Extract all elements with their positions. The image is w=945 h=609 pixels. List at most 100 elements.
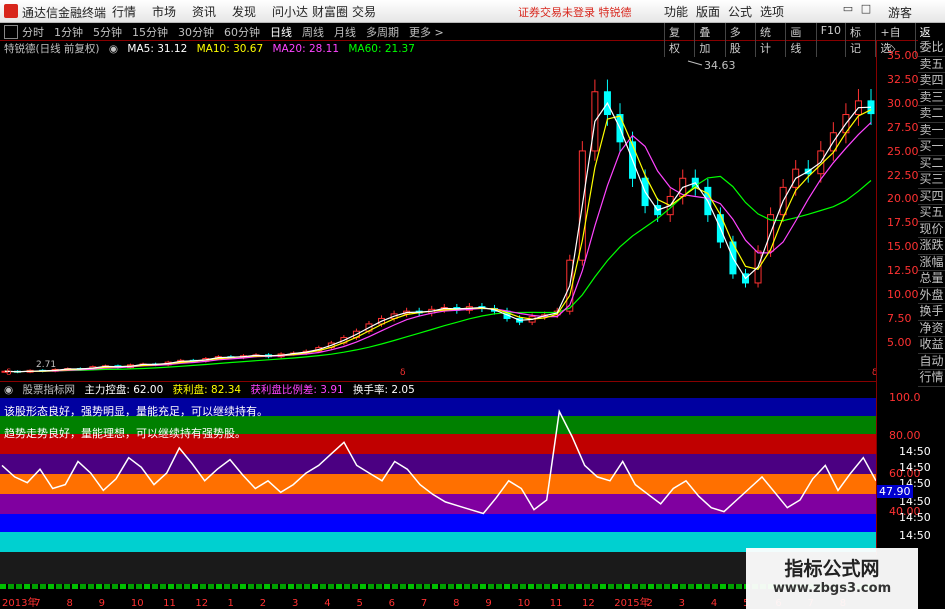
side-panel-item[interactable]: 委比: [918, 40, 945, 57]
volume-stripe: [456, 584, 462, 589]
side-panel-item[interactable]: 自动: [918, 354, 945, 370]
login-status: 证券交易未登录 特锐德: [518, 6, 632, 19]
volume-stripe: [104, 584, 110, 589]
y-tick: 10.00: [887, 288, 919, 301]
time-tick: 14:50: [899, 461, 931, 474]
overlay-button[interactable]: 叠加: [694, 23, 724, 57]
volume-stripe: [672, 584, 678, 589]
high-price-label: 34.63: [704, 59, 736, 72]
volume-stripe: [608, 584, 614, 589]
tab-30min[interactable]: 30分钟: [178, 24, 214, 40]
grid-icon[interactable]: [4, 25, 18, 39]
tab-more[interactable]: 更多 >: [409, 24, 444, 40]
volume-stripe: [80, 584, 86, 589]
side-panel-item[interactable]: 卖四: [918, 73, 945, 90]
tab-multi-period[interactable]: 多周期: [366, 24, 399, 40]
menu-options[interactable]: 选项: [760, 3, 784, 20]
mark-button[interactable]: 标记: [845, 23, 875, 57]
volume-stripe: [408, 584, 414, 589]
main-menu: 行情 市场 资讯 发现 问小达 财富圈 交易: [112, 3, 392, 20]
side-panel-item[interactable]: 卖二: [918, 106, 945, 123]
side-panel-item[interactable]: 行情: [918, 370, 945, 387]
indicator-name[interactable]: 股票指标网: [23, 384, 76, 396]
draw-line-button[interactable]: 画线: [785, 23, 815, 57]
volume-stripe: [504, 584, 510, 589]
tab-weekly[interactable]: 周线: [302, 24, 324, 40]
statistics-button[interactable]: 统计: [755, 23, 785, 57]
date-tick: 2: [260, 598, 266, 609]
band-bright-blue: [0, 514, 876, 532]
tab-daily[interactable]: 日线: [270, 24, 292, 40]
side-panel-item[interactable]: 涨跌: [918, 238, 945, 255]
menu-layout[interactable]: 版面: [696, 3, 720, 20]
side-panel-item[interactable]: 卖五: [918, 57, 945, 73]
volume-stripe: [480, 584, 486, 589]
side-panel-item[interactable]: 买四: [918, 189, 945, 205]
indicator-settings-icon[interactable]: ◉: [4, 384, 13, 396]
maximize-icon[interactable]: □: [858, 2, 874, 18]
indicator-header: ◉ 股票指标网 主力控盘: 62.00 获利盘: 82.34 获利盘比例差: 3…: [0, 381, 876, 398]
side-panel-item[interactable]: 现价: [918, 222, 945, 238]
menu-formula[interactable]: 公式: [728, 3, 752, 20]
restore-rights-button[interactable]: 复权: [664, 23, 694, 57]
volume-stripe: [8, 584, 14, 589]
tab-15min[interactable]: 15分钟: [132, 24, 168, 40]
volume-stripe: [312, 584, 318, 589]
guest-label[interactable]: 游客: [888, 4, 912, 21]
volume-stripe: [520, 584, 526, 589]
tab-5min[interactable]: 5分钟: [93, 24, 122, 40]
ma10-label: MA10: 30.67: [196, 43, 264, 55]
date-tick: 9: [99, 598, 105, 609]
side-panel-item[interactable]: 卖三: [918, 90, 945, 106]
side-panel-item[interactable]: 买三: [918, 172, 945, 189]
menu-wealth[interactable]: 财富圈: [312, 3, 350, 20]
menu-market[interactable]: 市场: [152, 3, 190, 20]
tab-monthly[interactable]: 月线: [334, 24, 356, 40]
menu-trade[interactable]: 交易: [352, 3, 390, 20]
date-tick: 8: [66, 598, 72, 609]
volume-stripe: [448, 584, 454, 589]
side-panel-item[interactable]: 总量: [918, 271, 945, 288]
tab-1min[interactable]: 1分钟: [54, 24, 83, 40]
volume-stripe: [488, 584, 494, 589]
volume-stripe: [128, 584, 134, 589]
menu-discover[interactable]: 发现: [232, 3, 270, 20]
f10-button[interactable]: F10: [815, 23, 845, 57]
tab-intraday[interactable]: 分时: [22, 24, 44, 40]
volume-stripe: [368, 584, 374, 589]
volume-stripe: [384, 584, 390, 589]
side-panel-item[interactable]: 净资: [918, 321, 945, 337]
price-chart[interactable]: 34.63 2.71 δ δ δ: [0, 55, 876, 380]
y-tick: 30.00: [887, 97, 919, 110]
time-tick: 14:50: [899, 445, 931, 458]
menu-news[interactable]: 资讯: [192, 3, 230, 20]
tab-60min[interactable]: 60分钟: [224, 24, 260, 40]
menu-quotes[interactable]: 行情: [112, 3, 150, 20]
side-panel-item[interactable]: 换手: [918, 304, 945, 321]
volume-stripe: [304, 584, 310, 589]
volume-stripe: [688, 584, 694, 589]
side-panel-item[interactable]: 买一: [918, 139, 945, 156]
minimize-icon[interactable]: ▭: [840, 2, 856, 18]
side-panel-item[interactable]: 买二: [918, 156, 945, 172]
volume-stripe: [512, 584, 518, 589]
side-panel-item[interactable]: 涨幅: [918, 255, 945, 271]
y-tick: 7.50: [887, 312, 912, 325]
side-panel-item[interactable]: 收益: [918, 337, 945, 354]
side-panel-item[interactable]: 外盘: [918, 288, 945, 304]
date-tick: 8: [453, 598, 459, 609]
side-panel-item[interactable]: 卖一: [918, 123, 945, 139]
band-indigo: [0, 454, 876, 474]
volume-stripe: [232, 584, 238, 589]
multi-stock-button[interactable]: 多股: [724, 23, 755, 57]
menu-ask[interactable]: 问小达: [272, 3, 310, 20]
menu-function[interactable]: 功能: [664, 3, 688, 20]
indicator-chart[interactable]: [0, 398, 876, 552]
volume-stripe: [48, 584, 54, 589]
settings-dot-icon[interactable]: ◉: [109, 43, 118, 55]
side-panel-item[interactable]: 买五: [918, 205, 945, 222]
volume-stripe: [376, 584, 382, 589]
date-tick: 9: [485, 598, 491, 609]
volume-stripe: [136, 584, 142, 589]
volume-stripe: [648, 584, 654, 589]
